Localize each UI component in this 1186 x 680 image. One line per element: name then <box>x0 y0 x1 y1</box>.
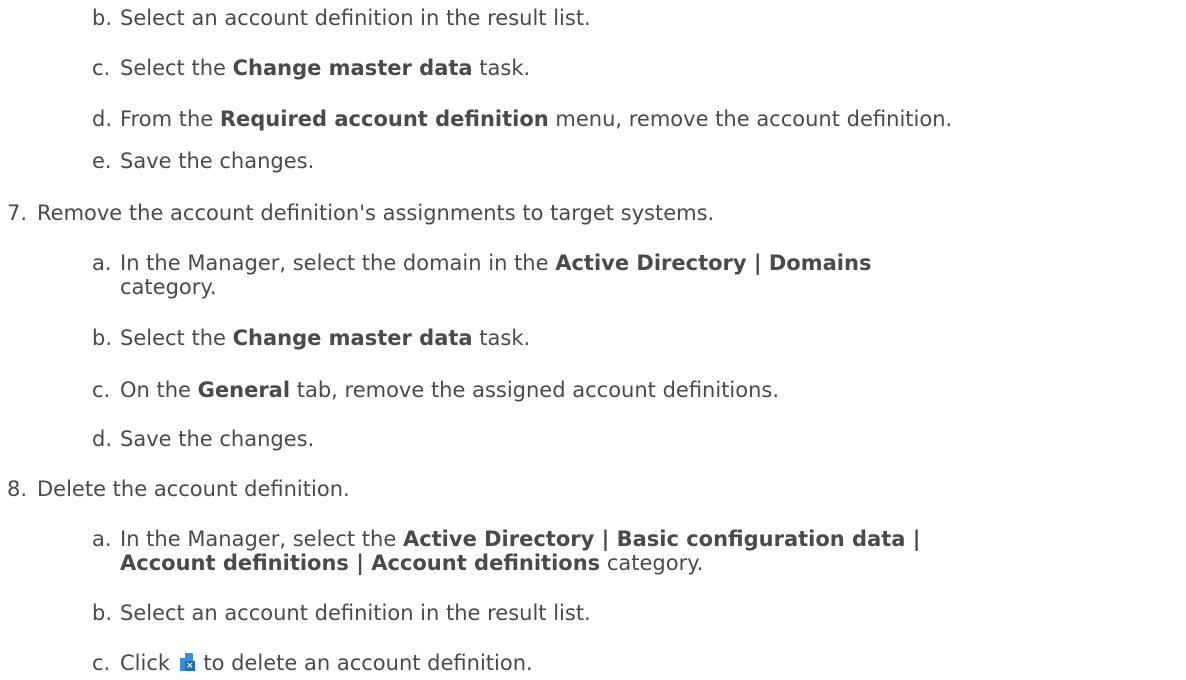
step-number: 7. <box>7 201 28 225</box>
substep-letter: b. <box>92 326 113 350</box>
ui-term: Active Directory | Basic configuration d… <box>402 527 921 551</box>
substep-text: In the Manager, select the Active Direct… <box>120 527 921 551</box>
substep-text: Select an account definition in the resu… <box>120 601 591 625</box>
substep-text: In the Manager, select the domain in the… <box>120 251 872 275</box>
step-number: 8. <box>7 477 28 501</box>
ui-term: Change master data <box>232 326 473 350</box>
substep-text-continuation: category. <box>120 275 217 299</box>
document-page: b. Select an account definition in the r… <box>0 0 1186 680</box>
substep-letter: c. <box>92 651 111 675</box>
substep-text: From the Required account definition men… <box>120 107 953 131</box>
ui-term: Change master data <box>232 56 473 80</box>
delete-document-icon: × <box>179 653 195 673</box>
substep-letter: a. <box>92 251 112 275</box>
substep-letter: b. <box>92 601 113 625</box>
substep-letter: d. <box>92 427 113 451</box>
substep-text: Click × to delete an account definition. <box>120 651 533 675</box>
substep-letter: b. <box>92 6 113 30</box>
substep-text: Save the changes. <box>120 427 315 451</box>
substep-text: Select the Change master data task. <box>120 56 531 80</box>
ui-term: Account definitions | Account definition… <box>120 551 601 575</box>
substep-text: On the General tab, remove the assigned … <box>120 378 780 402</box>
substep-letter: c. <box>92 56 111 80</box>
substep-text: Select an account definition in the resu… <box>120 6 591 30</box>
step-text: Delete the account definition. <box>37 477 350 501</box>
ui-term: Active Directory | Domains <box>555 251 872 275</box>
substep-letter: c. <box>92 378 111 402</box>
ui-term: General <box>197 378 291 402</box>
substep-text: Select the Change master data task. <box>120 326 531 350</box>
ui-term: Required account definition <box>219 107 549 131</box>
substep-letter: d. <box>92 107 113 131</box>
substep-letter: e. <box>92 149 112 173</box>
step-text: Remove the account definition's assignme… <box>37 201 715 225</box>
substep-text-continuation: Account definitions | Account definition… <box>120 551 704 575</box>
substep-text: Save the changes. <box>120 149 315 173</box>
substep-letter: a. <box>92 527 112 551</box>
